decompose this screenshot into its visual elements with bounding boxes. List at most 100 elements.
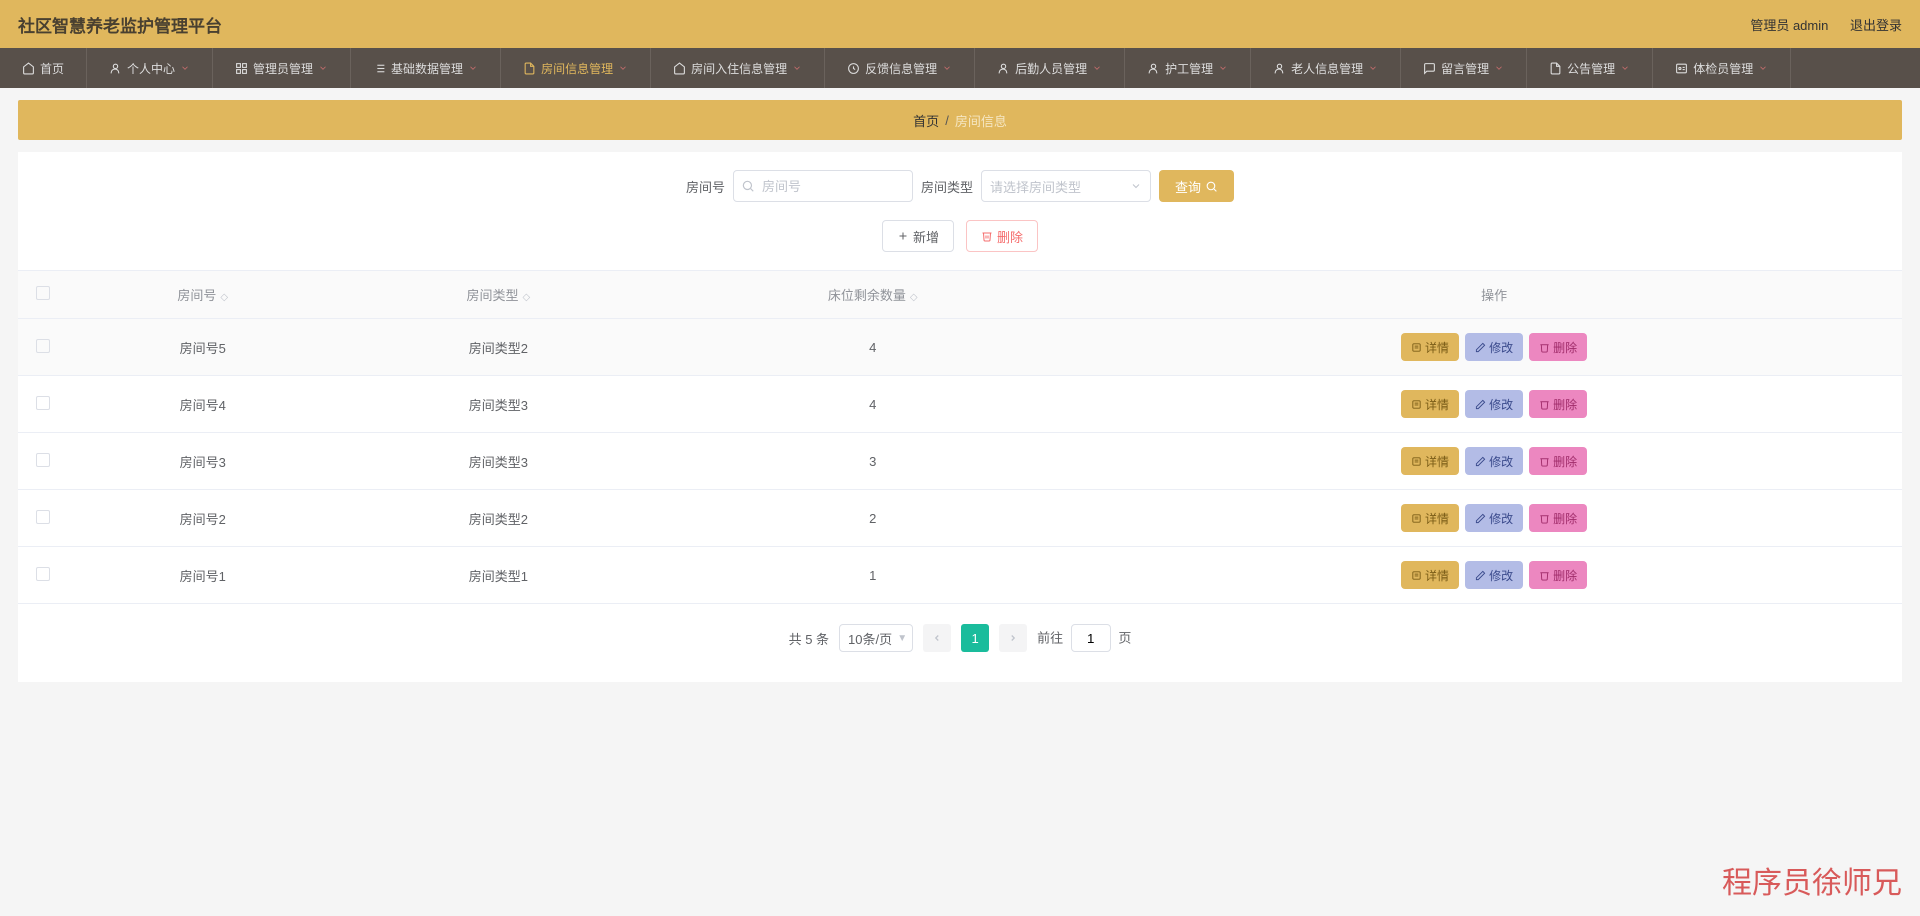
breadcrumb-current: 房间信息 (955, 111, 1007, 130)
table-row: 房间号2房间类型22详情修改删除 (18, 490, 1902, 547)
row-checkbox[interactable] (36, 510, 50, 524)
nav-item-反馈信息管理[interactable]: 反馈信息管理 (825, 48, 975, 88)
nav-item-房间入住信息管理[interactable]: 房间入住信息管理 (651, 48, 825, 88)
page-1-button[interactable]: 1 (961, 624, 989, 652)
edit-button[interactable]: 修改 (1465, 333, 1523, 361)
user-label[interactable]: 管理员 admin (1750, 18, 1828, 33)
edit-button[interactable]: 修改 (1465, 504, 1523, 532)
row-delete-button[interactable]: 删除 (1529, 333, 1587, 361)
chevron-down-icon (942, 63, 952, 73)
table-header-row: 房间号◇ 房间类型◇ 床位剩余数量◇ 操作 (18, 271, 1902, 319)
logout-link[interactable]: 退出登录 (1850, 18, 1902, 33)
table-row: 房间号1房间类型11详情修改删除 (18, 547, 1902, 604)
row-checkbox[interactable] (36, 567, 50, 581)
add-button[interactable]: 新增 (882, 220, 954, 252)
row-ops: 详情修改删除 (1094, 447, 1894, 475)
row-ops: 详情修改删除 (1094, 561, 1894, 589)
add-button-label: 新增 (913, 227, 939, 246)
cell-type: 房间类型2 (337, 319, 659, 376)
home-icon (673, 62, 686, 75)
nav-item-房间信息管理[interactable]: 房间信息管理 (501, 48, 651, 88)
room-number-input[interactable] (733, 170, 913, 202)
grid-icon (235, 62, 248, 75)
nav-item-护工管理[interactable]: 护工管理 (1125, 48, 1251, 88)
cell-room: 房间号5 (68, 319, 337, 376)
room-type-label: 房间类型 (921, 177, 973, 196)
cell-room: 房间号4 (68, 376, 337, 433)
col-room[interactable]: 房间号◇ (68, 271, 337, 319)
row-delete-button[interactable]: 删除 (1529, 390, 1587, 418)
main-panel: 房间号 房间类型 请选择房间类型 查询 (18, 152, 1902, 682)
nav-item-基础数据管理[interactable]: 基础数据管理 (351, 48, 501, 88)
nav-item-体检员管理[interactable]: 体检员管理 (1653, 48, 1791, 88)
search-row: 房间号 房间类型 请选择房间类型 查询 (18, 170, 1902, 202)
select-all-checkbox[interactable] (36, 286, 50, 300)
chevron-down-icon (618, 63, 628, 73)
page-size-select[interactable]: 10条/页 ▼ (839, 624, 913, 652)
nav-item-label: 公告管理 (1567, 60, 1615, 77)
user-icon (1273, 62, 1286, 75)
data-table: 房间号◇ 房间类型◇ 床位剩余数量◇ 操作 房间号5房间类型24详情修改删除房间… (18, 270, 1902, 604)
cell-room: 房间号3 (68, 433, 337, 490)
page-jump-input[interactable] (1071, 624, 1111, 652)
room-type-select[interactable]: 请选择房间类型 (981, 170, 1151, 202)
search-button[interactable]: 查询 (1159, 170, 1234, 202)
nav-item-老人信息管理[interactable]: 老人信息管理 (1251, 48, 1401, 88)
app-title: 社区智慧养老监护管理平台 (18, 12, 222, 37)
circle-icon (847, 62, 860, 75)
row-checkbox[interactable] (36, 339, 50, 353)
nav-item-首页[interactable]: 首页 (0, 48, 87, 88)
nav-item-公告管理[interactable]: 公告管理 (1527, 48, 1653, 88)
edit-button[interactable]: 修改 (1465, 447, 1523, 475)
header: 社区智慧养老监护管理平台 管理员 admin 退出登录 (0, 0, 1920, 48)
edit-button[interactable]: 修改 (1465, 561, 1523, 589)
plus-icon (897, 230, 909, 242)
row-checkbox[interactable] (36, 453, 50, 467)
nav-item-留言管理[interactable]: 留言管理 (1401, 48, 1527, 88)
home-icon (22, 62, 35, 75)
cell-beds: 4 (659, 376, 1086, 433)
nav-item-label: 护工管理 (1165, 60, 1213, 77)
edit-button[interactable]: 修改 (1465, 390, 1523, 418)
trash-icon (981, 230, 993, 242)
pager-total: 共 5 条 (789, 629, 829, 648)
jump-pre: 前往 (1037, 631, 1063, 646)
sort-icon: ◇ (910, 292, 918, 303)
row-delete-button[interactable]: 删除 (1529, 504, 1587, 532)
row-delete-button[interactable]: 删除 (1529, 561, 1587, 589)
next-page-button[interactable] (999, 624, 1027, 652)
chevron-down-icon (792, 63, 802, 73)
nav-item-个人中心[interactable]: 个人中心 (87, 48, 213, 88)
chevron-down-icon (180, 63, 190, 73)
col-type[interactable]: 房间类型◇ (337, 271, 659, 319)
view-button[interactable]: 详情 (1401, 561, 1459, 589)
nav-item-label: 基础数据管理 (391, 60, 463, 77)
pagination: 共 5 条 10条/页 ▼ 1 前往 页 (18, 624, 1902, 652)
room-type-placeholder: 请选择房间类型 (990, 177, 1081, 196)
view-button[interactable]: 详情 (1401, 390, 1459, 418)
nav-item-label: 房间信息管理 (541, 60, 613, 77)
doc-icon (1549, 62, 1562, 75)
content: 首页 / 房间信息 房间号 房间类型 请选择房间类型 查询 (0, 100, 1920, 700)
delete-button-label: 删除 (997, 227, 1023, 246)
room-number-input-wrap (733, 170, 913, 202)
view-button[interactable]: 详情 (1401, 447, 1459, 475)
prev-page-button[interactable] (923, 624, 951, 652)
cell-beds: 2 (659, 490, 1086, 547)
row-ops: 详情修改删除 (1094, 333, 1894, 361)
msg-icon (1423, 62, 1436, 75)
view-button[interactable]: 详情 (1401, 333, 1459, 361)
nav-item-后勤人员管理[interactable]: 后勤人员管理 (975, 48, 1125, 88)
nav-item-管理员管理[interactable]: 管理员管理 (213, 48, 351, 88)
nav-item-label: 房间入住信息管理 (691, 60, 787, 77)
breadcrumb-home[interactable]: 首页 (913, 111, 939, 130)
delete-button[interactable]: 删除 (966, 220, 1038, 252)
user-icon (1147, 62, 1160, 75)
col-ops: 操作 (1086, 271, 1902, 319)
row-checkbox[interactable] (36, 396, 50, 410)
cell-type: 房间类型3 (337, 376, 659, 433)
col-beds[interactable]: 床位剩余数量◇ (659, 271, 1086, 319)
row-delete-button[interactable]: 删除 (1529, 447, 1587, 475)
view-button[interactable]: 详情 (1401, 504, 1459, 532)
chevron-down-icon (1368, 63, 1378, 73)
